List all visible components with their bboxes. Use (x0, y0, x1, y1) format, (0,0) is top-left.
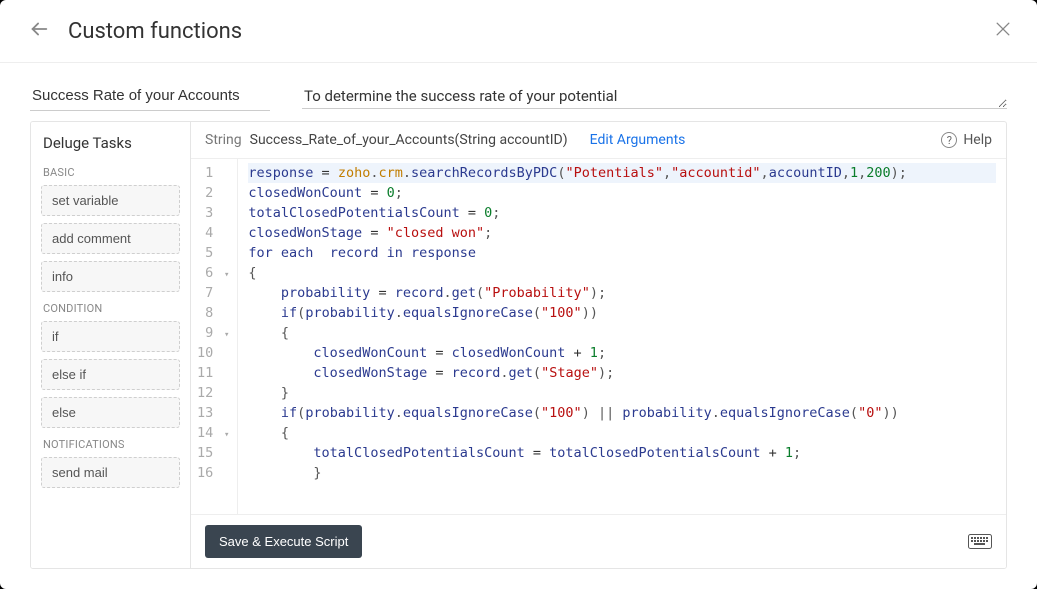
code-body[interactable]: response = zoho.crm.searchRecordsByPDC("… (238, 159, 1006, 514)
code-line[interactable]: { (248, 263, 996, 283)
editor-area: Deluge Tasks BASIC set variable add commen… (30, 121, 1007, 569)
code-line[interactable]: for each record in response (248, 243, 996, 263)
code-line[interactable]: } (248, 463, 996, 483)
code-line[interactable]: if(probability.equalsIgnoreCase("100")) (248, 303, 996, 323)
task-chip-set-variable[interactable]: set variable (41, 185, 180, 216)
function-description-input[interactable]: To determine the success rate of your po… (302, 81, 1007, 109)
code-line[interactable]: closedWonStage = "closed won"; (248, 223, 996, 243)
code-editor[interactable]: 1 2 3 4 5 6 ▾7 8 9 ▾10 11 12 13 14 ▾15 1… (191, 158, 1006, 514)
editor-main: String Success_Rate_of_your_Accounts(Str… (191, 122, 1006, 568)
function-meta-row: To determine the success rate of your po… (0, 63, 1037, 121)
code-line[interactable]: closedWonStage = record.get("Stage"); (248, 363, 996, 383)
task-chip-else[interactable]: else (41, 397, 180, 428)
custom-functions-dialog: Custom functions To determine the succes… (0, 0, 1037, 589)
titlebar: Custom functions (0, 0, 1037, 63)
function-name-input[interactable] (30, 81, 270, 111)
signature-row: String Success_Rate_of_your_Accounts(Str… (191, 122, 1006, 158)
editor-footer: Save & Execute Script (191, 514, 1006, 568)
close-icon[interactable] (993, 19, 1013, 43)
sidebar-title: Deluge Tasks (41, 134, 180, 152)
help-label: Help (963, 132, 992, 148)
help-icon: ? (941, 132, 957, 148)
task-chip-else-if[interactable]: else if (41, 359, 180, 390)
task-chip-if[interactable]: if (41, 321, 180, 352)
code-line[interactable]: } (248, 383, 996, 403)
code-line[interactable]: { (248, 323, 996, 343)
deluge-tasks-sidebar: Deluge Tasks BASIC set variable add commen… (31, 122, 191, 568)
code-line[interactable]: { (248, 423, 996, 443)
task-chip-send-mail[interactable]: send mail (41, 457, 180, 488)
code-line[interactable]: closedWonCount = closedWonCount + 1; (248, 343, 996, 363)
edit-arguments-link[interactable]: Edit Arguments (590, 132, 686, 148)
code-line[interactable]: closedWonCount = 0; (248, 183, 996, 203)
sidebar-section-label: BASIC (43, 166, 180, 179)
task-chip-add-comment[interactable]: add comment (41, 223, 180, 254)
help-button[interactable]: ? Help (941, 132, 992, 148)
function-signature: Success_Rate_of_your_Accounts(String acc… (250, 132, 568, 148)
code-line[interactable]: totalClosedPotentialsCount = 0; (248, 203, 996, 223)
code-line[interactable]: probability = record.get("Probability"); (248, 283, 996, 303)
return-type: String (205, 132, 242, 148)
save-execute-button[interactable]: Save & Execute Script (205, 525, 362, 558)
dialog-title: Custom functions (68, 19, 993, 44)
line-number-gutter: 1 2 3 4 5 6 ▾7 8 9 ▾10 11 12 13 14 ▾15 1… (191, 159, 238, 514)
code-line[interactable]: if(probability.equalsIgnoreCase("100") |… (248, 403, 996, 423)
keyboard-icon[interactable] (968, 531, 992, 553)
code-line[interactable]: totalClosedPotentialsCount = totalClosed… (248, 443, 996, 463)
back-icon[interactable] (28, 18, 50, 44)
code-line[interactable]: response = zoho.crm.searchRecordsByPDC("… (248, 163, 996, 183)
sidebar-section-label: CONDITION (43, 302, 180, 315)
sidebar-section-label: NOTIFICATIONS (43, 438, 180, 451)
task-chip-info[interactable]: info (41, 261, 180, 292)
